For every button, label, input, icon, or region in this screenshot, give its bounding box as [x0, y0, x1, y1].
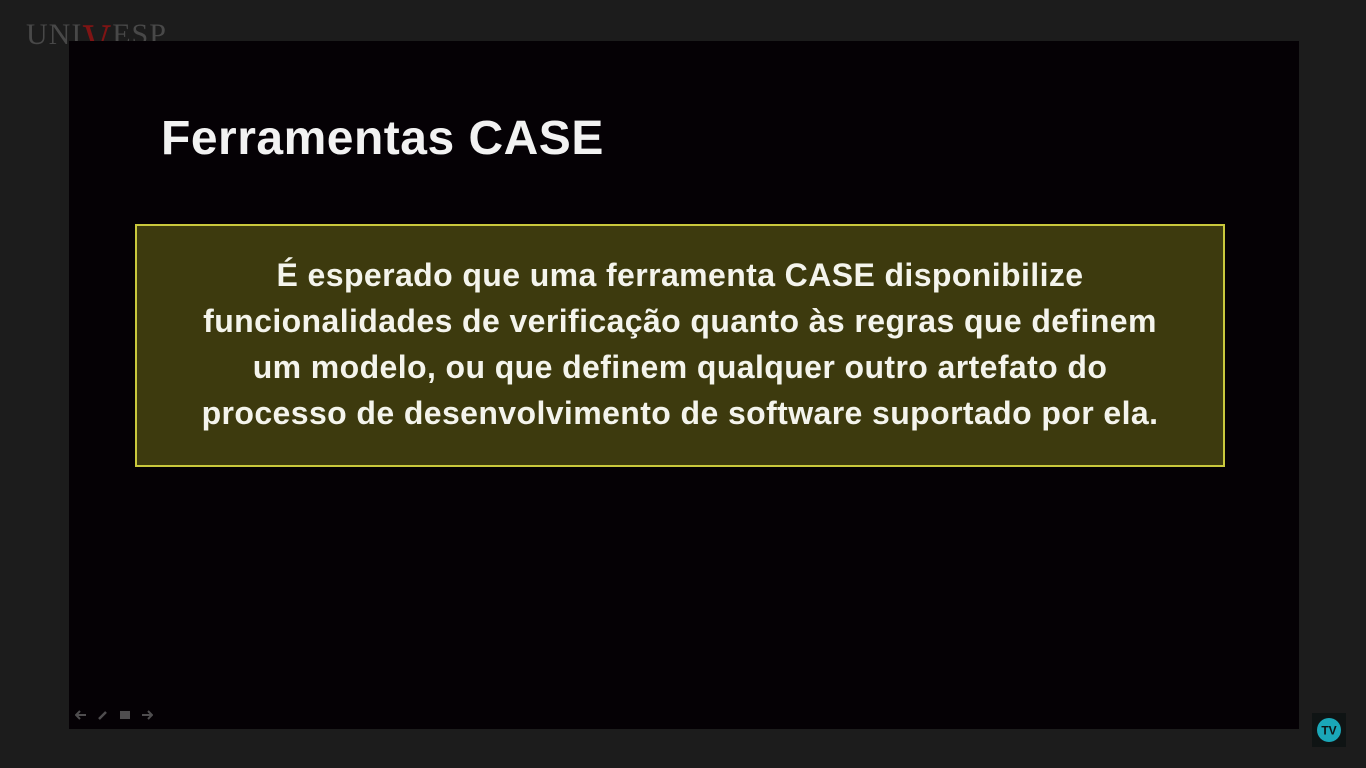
callout-box: É esperado que uma ferramenta CASE dispo…	[135, 224, 1225, 467]
video-frame: UNI V ESP Ferramentas CASE É esperado qu…	[0, 0, 1366, 768]
presentation-slide: Ferramentas CASE É esperado que uma ferr…	[69, 41, 1299, 729]
menu-icon[interactable]	[118, 709, 132, 721]
callout-text: É esperado que uma ferramenta CASE dispo…	[201, 256, 1159, 431]
arrow-right-icon[interactable]	[140, 709, 154, 721]
tv-logo-icon: TV	[1312, 713, 1346, 747]
svg-text:TV: TV	[1321, 724, 1336, 738]
slideshow-controls	[74, 709, 154, 721]
pen-icon[interactable]	[96, 709, 110, 721]
arrow-left-icon[interactable]	[74, 709, 88, 721]
slide-title: Ferramentas CASE	[161, 112, 604, 165]
